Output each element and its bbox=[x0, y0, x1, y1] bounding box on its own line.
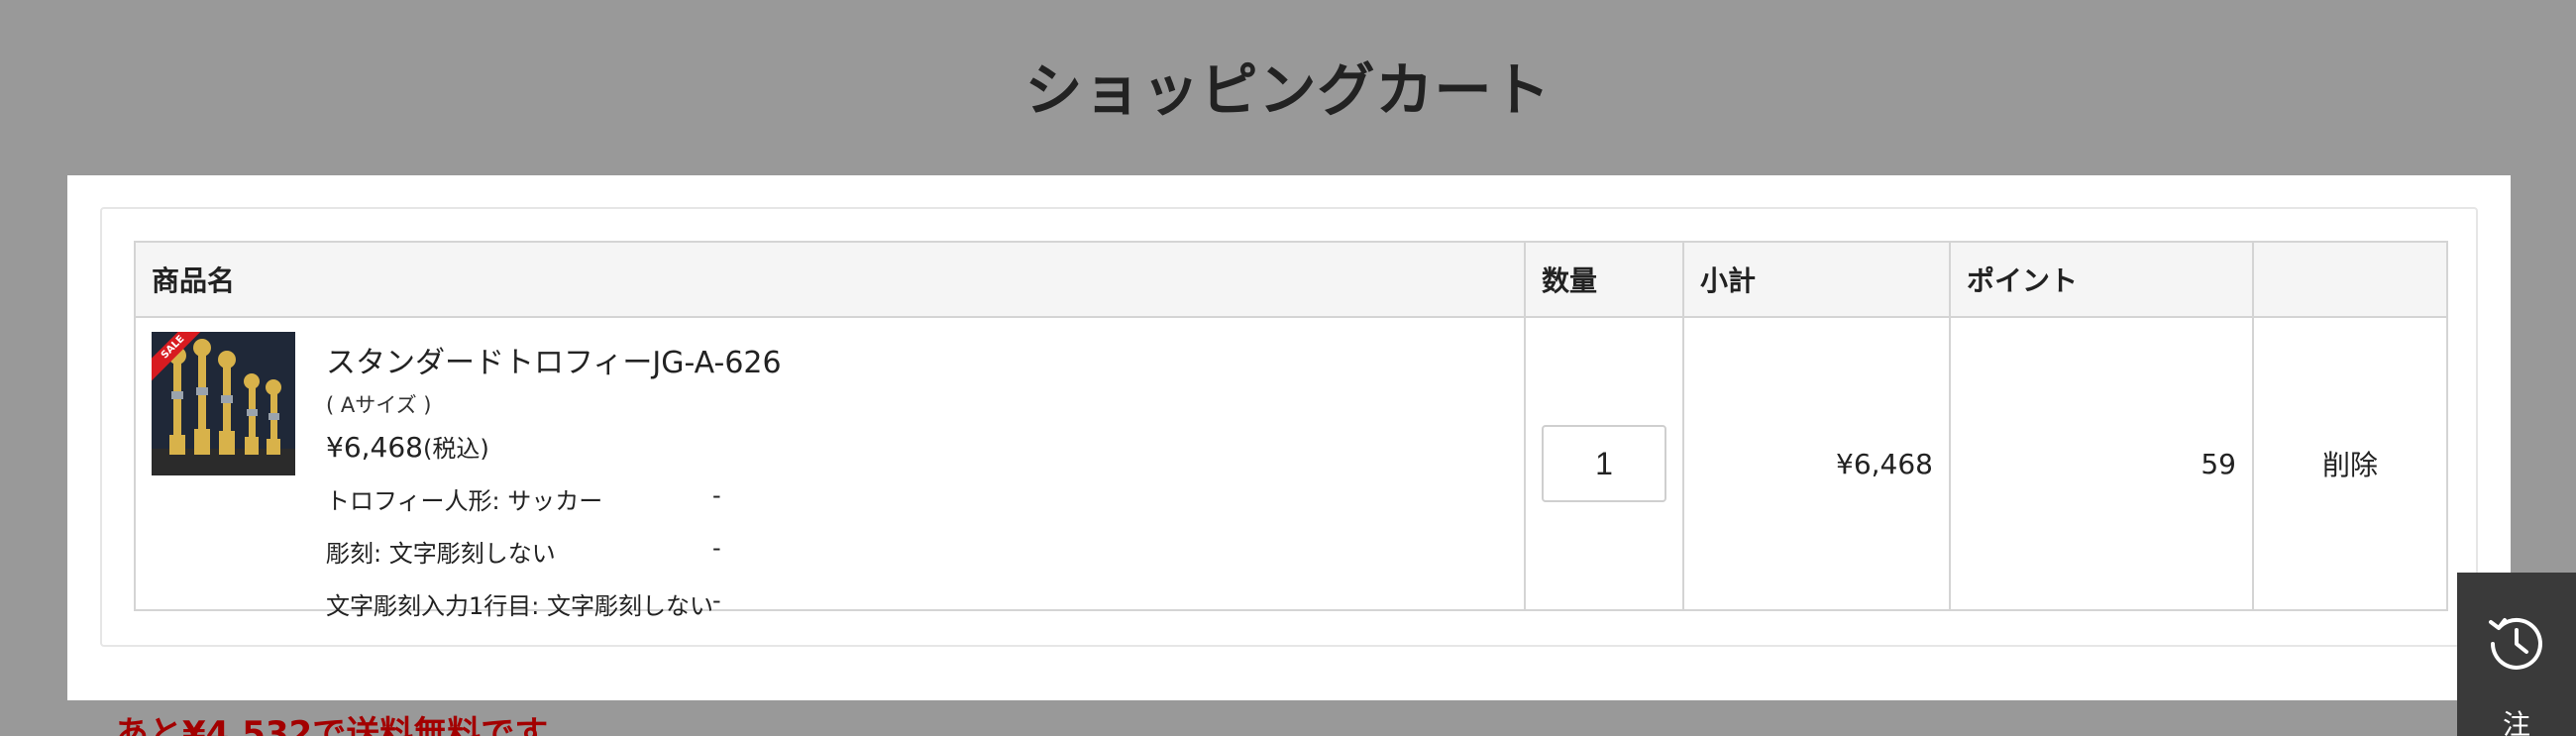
option-row: 彫刻: 文字彫刻しない - bbox=[326, 534, 782, 569]
product-info: スタンダードトロフィーJG-A-626 ( Aサイズ ) ¥6,468(税込) … bbox=[326, 338, 782, 621]
page-title: ショッピングカート bbox=[1024, 56, 1552, 124]
cart-panel: 商品名 数量 小計 ポイント SALE スタンダードトロフィーJG-A-626 … bbox=[67, 175, 2511, 700]
option-value: - bbox=[712, 586, 721, 614]
cart-box: 商品名 数量 小計 ポイント SALE スタンダードトロフィーJG-A-626 … bbox=[100, 207, 2478, 647]
subtotal-cell: ¥6,468 bbox=[1682, 316, 1951, 611]
free-shipping-message: あと¥4,532で送料無料です bbox=[115, 714, 549, 736]
product-price: ¥6,468(税込) bbox=[326, 429, 782, 464]
cart-table: 商品名 数量 小計 ポイント SALE スタンダードトロフィーJG-A-626 … bbox=[134, 241, 2448, 620]
quantity-cell: 1 bbox=[1524, 316, 1684, 611]
option-value: - bbox=[712, 481, 721, 509]
table-row: SALE スタンダードトロフィーJG-A-626 ( Aサイズ ) ¥6,468… bbox=[134, 316, 2448, 620]
option-row: トロフィー人形: サッカー - bbox=[326, 481, 782, 516]
product-name-link[interactable]: スタンダードトロフィーJG-A-626 bbox=[326, 338, 782, 381]
header-subtotal: 小計 bbox=[1682, 241, 1951, 318]
product-variant: ( Aサイズ ) bbox=[326, 393, 432, 417]
history-widget[interactable]: 注 bbox=[2457, 573, 2576, 736]
product-cell: SALE スタンダードトロフィーJG-A-626 ( Aサイズ ) ¥6,468… bbox=[134, 316, 1526, 620]
option-row: 文字彫刻入力1行目: 文字彫刻しない - bbox=[326, 586, 782, 621]
price-value: ¥6,468 bbox=[326, 431, 423, 464]
option-label: 彫刻: 文字彫刻しない bbox=[326, 540, 556, 568]
header-points: ポイント bbox=[1949, 241, 2254, 318]
tax-note: (税込) bbox=[422, 435, 489, 463]
points-cell: 59 bbox=[1949, 316, 2254, 611]
header-quantity: 数量 bbox=[1524, 241, 1684, 318]
quantity-input[interactable]: 1 bbox=[1542, 425, 1666, 502]
table-header-row: 商品名 数量 小計 ポイント bbox=[134, 241, 2448, 318]
header-product: 商品名 bbox=[134, 241, 1526, 318]
option-value: - bbox=[712, 534, 721, 562]
product-image[interactable]: SALE bbox=[152, 332, 295, 475]
delete-button[interactable]: 削除 bbox=[2252, 316, 2448, 611]
history-clock-icon bbox=[2489, 617, 2542, 670]
header-action bbox=[2252, 241, 2448, 318]
option-label: トロフィー人形: サッカー bbox=[326, 487, 603, 515]
history-label: 注 bbox=[2502, 708, 2530, 736]
option-label: 文字彫刻入力1行目: 文字彫刻しない bbox=[326, 592, 713, 620]
